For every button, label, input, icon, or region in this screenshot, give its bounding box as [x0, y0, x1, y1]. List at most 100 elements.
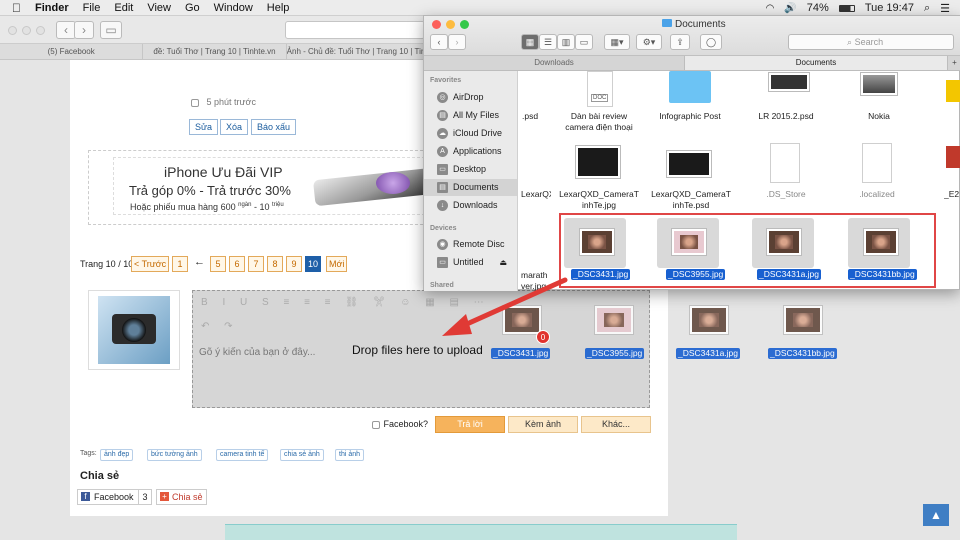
- wifi-icon[interactable]: ◠: [766, 3, 775, 14]
- selected-file-dsc3431a[interactable]: _DSC3431a.jpg: [757, 269, 822, 280]
- icon-view-button[interactable]: ▦: [521, 34, 539, 50]
- finder-minimize-icon[interactable]: [446, 20, 455, 29]
- menu-file[interactable]: File: [83, 2, 101, 14]
- sidebar-item-downloads[interactable]: ↓ Downloads: [424, 197, 517, 214]
- doc-file-icon[interactable]: DOC: [587, 71, 613, 107]
- file-label-lr[interactable]: LR 2015.2.psd: [746, 111, 826, 122]
- tab-facebook[interactable]: (5) Facebook: [0, 44, 144, 59]
- tab-tinhte-thread[interactable]: đề: Tuổi Thơ | Trang 10 | Tinhte.vn: [143, 44, 287, 59]
- sidebar-item-all-my-files[interactable]: ▤ All My Files: [424, 107, 517, 124]
- volume-icon[interactable]: 🔊: [784, 3, 796, 14]
- editor-undo-redo[interactable]: ↶ ↷: [201, 321, 239, 332]
- search-icon[interactable]: ⌕: [924, 2, 930, 15]
- pagination-page-8[interactable]: 8: [267, 256, 283, 272]
- tag-4[interactable]: chia sẻ ảnh: [280, 449, 324, 461]
- tags-button[interactable]: ◯: [700, 34, 722, 50]
- apple-icon[interactable]: : [12, 1, 21, 15]
- arrange-button[interactable]: ▦▾: [604, 34, 630, 50]
- file-label-lexar-psd[interactable]: LexarQXD_CameraT inhTe.psd: [650, 189, 732, 211]
- file-label-localized[interactable]: .localized: [842, 189, 912, 200]
- finder-search-field[interactable]: ⌕ Search: [788, 34, 954, 50]
- partial-file-icon-2[interactable]: [946, 146, 960, 168]
- tag-2[interactable]: bức tường ảnh: [147, 449, 202, 461]
- menu-window[interactable]: Window: [214, 2, 253, 14]
- comment-editor[interactable]: B I U S ≡ ≡ ≡ ⛓ ✂ ☺ ▦ ▤ ⋯ ↶ ↷ Gõ ý kiến …: [192, 290, 650, 408]
- lexar-psd-thumbnail[interactable]: [667, 151, 711, 177]
- partial-file-icon[interactable]: [946, 80, 960, 102]
- finder-forward-button[interactable]: ›: [448, 34, 466, 50]
- dsc3431bb-thumbnail[interactable]: [864, 229, 898, 255]
- file-label-nokia[interactable]: Nokia: [844, 111, 914, 122]
- localized-icon[interactable]: [862, 143, 892, 183]
- edit-button[interactable]: Sửa: [189, 119, 219, 135]
- folder-infographic-icon[interactable]: [669, 71, 711, 103]
- file-label-dan-bai[interactable]: Dàn bài review camera điện thoại: [558, 111, 640, 133]
- menu-edit[interactable]: Edit: [114, 2, 133, 14]
- coverflow-view-button[interactable]: ▭: [575, 34, 593, 50]
- selected-file-dsc3431bb[interactable]: _DSC3431bb.jpg: [848, 269, 917, 280]
- finder-tab-documents[interactable]: Documents: [684, 56, 947, 70]
- sidebar-item-airdrop[interactable]: ◎ AirDrop: [424, 89, 517, 106]
- address-bar[interactable]: [285, 21, 425, 39]
- file-label-partial-e2[interactable]: _E2: [944, 189, 960, 200]
- share-icon[interactable]: ⇪: [670, 34, 690, 50]
- zoom-icon[interactable]: [36, 26, 45, 35]
- minimize-icon[interactable]: [22, 26, 31, 35]
- other-share-button[interactable]: + Chia sẻ: [156, 489, 207, 505]
- nokia-thumbnail[interactable]: [861, 73, 897, 95]
- battery-percent[interactable]: 74%: [807, 2, 829, 14]
- menu-app[interactable]: Finder: [35, 2, 69, 14]
- ds-store-icon[interactable]: [770, 143, 800, 183]
- finder-tab-downloads[interactable]: Downloads: [424, 56, 684, 70]
- tag-1[interactable]: ảnh đẹp: [100, 449, 134, 461]
- clock[interactable]: Tue 19:47: [865, 2, 914, 14]
- pagination-next[interactable]: Mới: [326, 256, 348, 272]
- finder-close-icon[interactable]: [432, 20, 441, 29]
- pagination-prev[interactable]: < Trước: [131, 256, 170, 272]
- bottom-ad-strip[interactable]: [225, 524, 737, 540]
- back-button[interactable]: ‹: [56, 21, 76, 39]
- dsc3431a-thumbnail[interactable]: [767, 229, 801, 255]
- sidebar-item-applications[interactable]: A Applications: [424, 143, 517, 160]
- post-select-checkbox[interactable]: [191, 98, 199, 107]
- file-label-psd-partial[interactable]: .psd: [522, 111, 548, 122]
- pagination-page-5[interactable]: 5: [210, 256, 226, 272]
- sidebar-item-remote-disc[interactable]: ◉ Remote Disc: [424, 236, 517, 253]
- action-gear-button[interactable]: ⚙▾: [636, 34, 662, 50]
- lexar-jpg-thumbnail[interactable]: [576, 146, 620, 178]
- ad-banner[interactable]: iPhone Ưu Đãi VIP Trả góp 0% - Trả trước…: [113, 157, 425, 215]
- tag-3[interactable]: camera tinh tế: [216, 449, 269, 461]
- sidebar-toggle-button[interactable]: ▭: [100, 21, 122, 39]
- comment-placeholder[interactable]: Gõ ý kiến của bạn ở đây...: [199, 347, 315, 358]
- close-icon[interactable]: [8, 26, 17, 35]
- attach-image-button[interactable]: Kèm ảnh: [508, 416, 578, 433]
- forward-button[interactable]: ›: [74, 21, 94, 39]
- sidebar-item-untitled[interactable]: ▭ Untitled ⏏: [424, 254, 517, 271]
- menu-go[interactable]: Go: [185, 2, 200, 14]
- file-label-ds-store[interactable]: .DS_Store: [746, 189, 826, 200]
- dsc3431-thumbnail[interactable]: [580, 229, 614, 255]
- facebook-checkbox[interactable]: [372, 420, 380, 429]
- delete-button[interactable]: Xóa: [220, 119, 249, 135]
- dsc3955-thumbnail[interactable]: [672, 229, 706, 255]
- pagination-page-current[interactable]: 10: [305, 256, 322, 272]
- pagination-page-6[interactable]: 6: [229, 256, 245, 272]
- file-label-lexar-jpg[interactable]: LexarQXD_CameraT inhTe.jpg: [558, 189, 640, 211]
- menu-view[interactable]: View: [147, 2, 171, 14]
- eject-icon[interactable]: ⏏: [499, 254, 507, 271]
- reply-button[interactable]: Trả lời: [435, 416, 505, 433]
- report-button[interactable]: Báo xấu: [251, 119, 297, 135]
- menu-list-icon[interactable]: ☰: [940, 2, 950, 15]
- file-label-left-partial[interactable]: LexarQXD_CameraT: [521, 189, 551, 200]
- file-label-infographic[interactable]: Infographic Post: [650, 111, 730, 122]
- finder-zoom-icon[interactable]: [460, 20, 469, 29]
- tab-tinhte-photo[interactable]: Ảnh - Chủ đề: Tuổi Thơ | Trang 10 | Tinh…: [287, 44, 430, 59]
- finder-add-tab-button[interactable]: +: [947, 56, 960, 70]
- list-view-button[interactable]: ☰: [539, 34, 557, 50]
- lr-thumbnail[interactable]: [769, 73, 809, 91]
- sidebar-item-icloud-drive[interactable]: ☁ iCloud Drive: [424, 125, 517, 142]
- pagination-page-7[interactable]: 7: [248, 256, 264, 272]
- pagination-page-1[interactable]: 1: [172, 256, 188, 272]
- scroll-top-button[interactable]: ▲: [923, 504, 949, 526]
- finder-back-button[interactable]: ‹: [430, 34, 448, 50]
